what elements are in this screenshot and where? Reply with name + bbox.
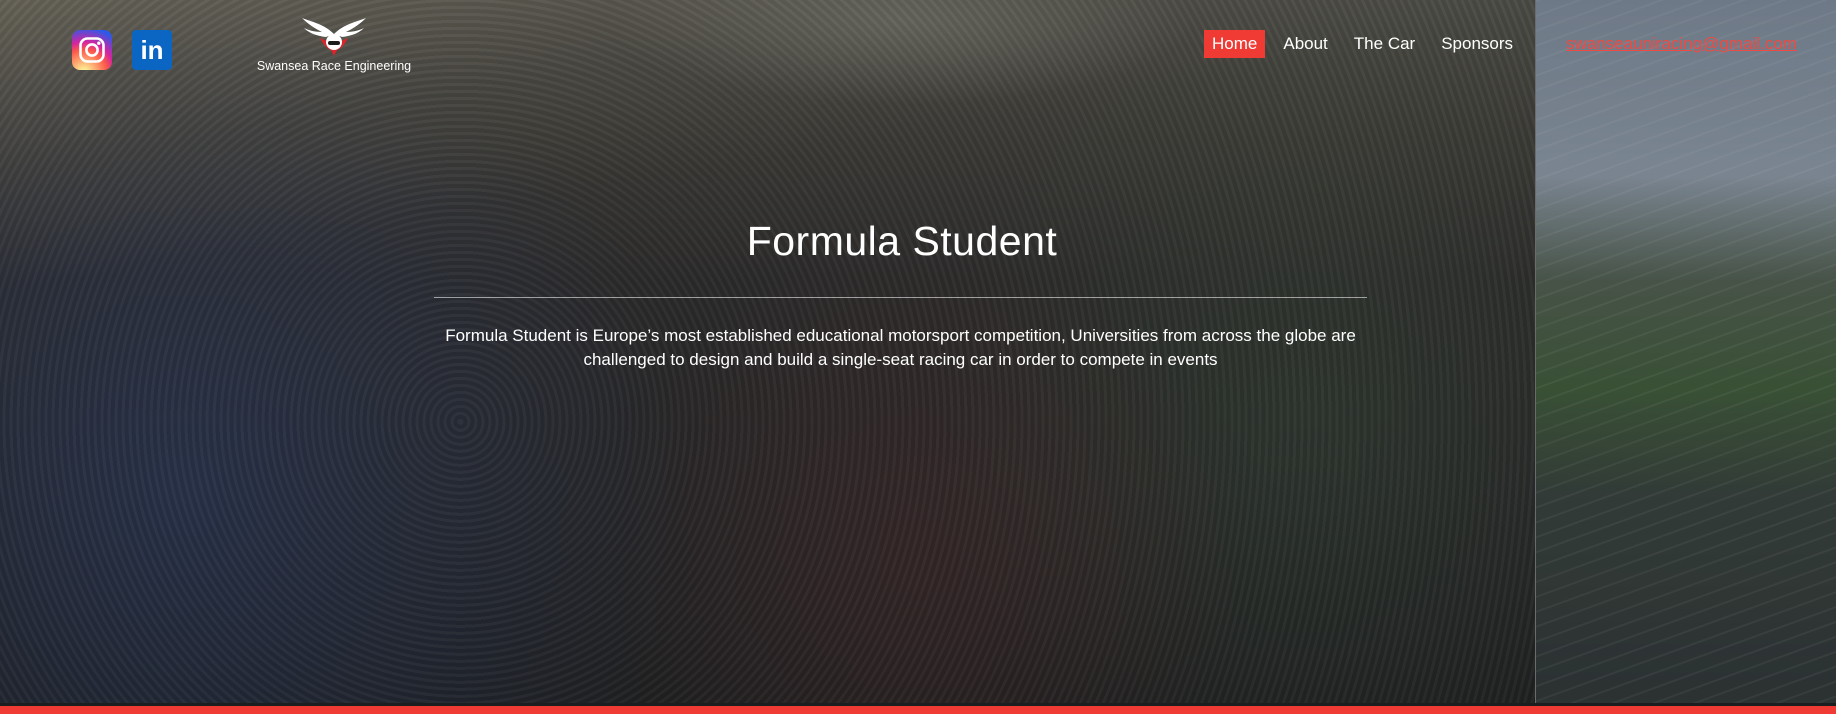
linkedin-glyph: in <box>140 34 164 65</box>
instagram-icon[interactable] <box>72 30 112 70</box>
nav-the-car[interactable]: The Car <box>1346 30 1423 58</box>
accent-bar <box>0 706 1836 714</box>
linkedin-icon[interactable]: in <box>132 30 172 70</box>
page-title: Formula Student <box>746 218 1058 264</box>
side-background-image <box>1536 0 1836 703</box>
winged-helmet-icon <box>302 18 366 56</box>
panel-divider <box>1535 0 1536 703</box>
nav-sponsors[interactable]: Sponsors <box>1433 30 1521 58</box>
team-logo[interactable]: Swansea Race Engineering <box>248 14 420 73</box>
nav-about[interactable]: About <box>1275 30 1335 58</box>
social-links: in <box>72 30 172 70</box>
logo-text: Swansea Race Engineering <box>256 59 412 73</box>
title-divider <box>434 297 1367 298</box>
email-link[interactable]: swanseauniracing@gmail.com <box>1566 34 1797 54</box>
nav-home[interactable]: Home <box>1204 30 1266 58</box>
hero-description: Formula Student is Europe’s most establi… <box>445 326 1356 369</box>
main-nav: Home About The Car Sponsors <box>1204 30 1531 58</box>
